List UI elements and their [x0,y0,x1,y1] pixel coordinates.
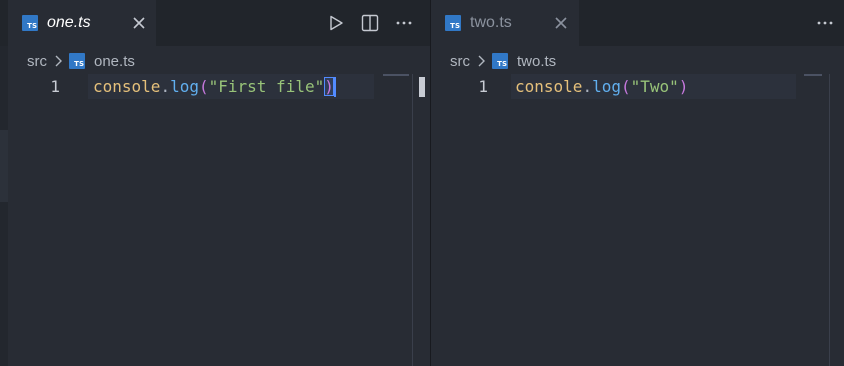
tab-bar-right: TS two.ts [431,0,844,46]
breadcrumb-left: src TS one.ts [27,49,135,73]
code-editor-left[interactable]: 1 console. log("First file") [8,74,430,366]
token-dot: . [582,77,593,96]
close-icon[interactable] [131,15,147,31]
activity-strip-indicator [0,130,8,202]
run-icon [330,15,343,31]
editor-workbench: TS one.ts src TS one.ts 1 console . log … [0,0,844,366]
editor-actions-left [326,13,414,33]
tab-one-ts[interactable]: TS one.ts [8,0,156,46]
chevron-right-icon [55,55,62,67]
minimap-line [383,74,409,76]
editor-actions-right [815,13,835,33]
code-editor-right[interactable]: 1 console. log("Two") [431,74,844,366]
typescript-icon: TS [445,15,461,31]
breadcrumb-file[interactable]: one.ts [94,53,135,70]
split-editor-button[interactable] [360,13,380,33]
minimap-line [804,74,822,76]
tab-two-ts[interactable]: TS two.ts [431,0,579,46]
text-cursor [333,76,336,97]
token-close-paren: ) [678,77,689,96]
typescript-icon-text: TS [74,60,84,68]
breadcrumb-right: src TS two.ts [450,49,556,73]
typescript-icon: TS [492,53,508,69]
token-function: log [170,77,199,96]
chevron-right-icon [478,55,485,67]
breadcrumb-file[interactable]: two.ts [517,53,556,70]
breadcrumb-folder[interactable]: src [450,53,470,70]
overview-ruler [829,74,830,366]
token-object: console [93,77,161,96]
token-open-paren: ( [620,77,631,96]
typescript-icon-text: TS [450,22,460,30]
typescript-icon: TS [22,15,38,31]
token-object: console [515,77,583,96]
more-actions-icon [396,21,412,25]
more-actions-button[interactable] [394,13,414,33]
more-actions-icon [817,21,833,25]
editor-group-left: TS one.ts src TS one.ts 1 console . log … [8,0,430,366]
more-actions-button[interactable] [815,13,835,33]
close-icon[interactable] [553,15,569,31]
typescript-icon: TS [69,53,85,69]
scrollbar-thumb[interactable] [419,77,425,97]
token-function: log [592,77,621,96]
typescript-icon-text: TS [497,60,507,68]
line-number: 1 [478,77,488,96]
typescript-icon-text: TS [27,22,37,30]
run-button[interactable] [326,13,346,33]
token-open-paren: ( [198,77,209,96]
tab-label: two.ts [470,14,512,31]
token-string: "First file" [208,77,325,96]
breadcrumb-folder[interactable]: src [27,53,47,70]
token-close-paren: ) [324,77,334,96]
line-number: 1 [50,77,60,96]
code-line: 1 console. log("Two") [431,74,844,99]
token-string: "Two" [630,77,679,96]
code-text: console. log("First file") [93,74,336,99]
tab-bar-left: TS one.ts [8,0,430,46]
overview-ruler [412,74,413,366]
token-dot: . [160,77,171,96]
split-editor-icon [361,14,379,32]
tab-label: one.ts [47,14,91,31]
code-text: console. log("Two") [515,74,688,99]
editor-group-right: TS two.ts src TS two.ts 1 console . log … [431,0,844,366]
code-line: 1 console. log("First file") [8,74,430,99]
